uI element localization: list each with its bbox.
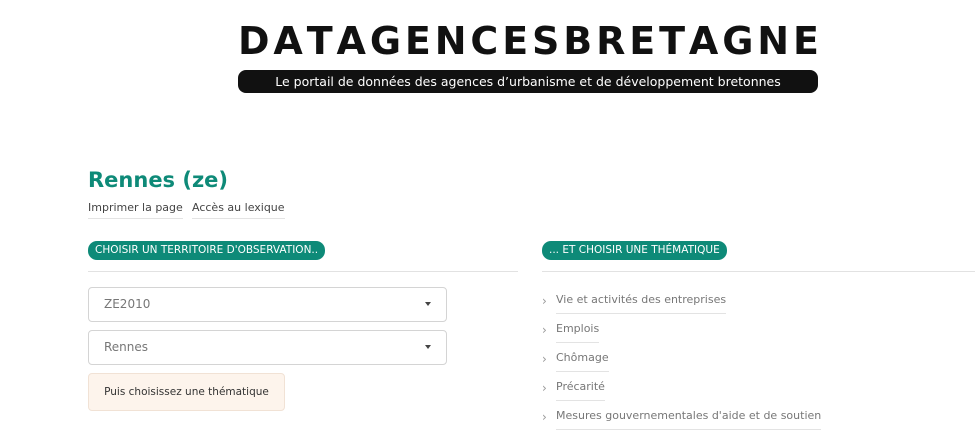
theme-item-label: Précarité [556, 379, 605, 401]
theme-item-label: Vie et activités des entreprises [556, 292, 727, 314]
site-tagline: Le portail de données des agences d’urba… [238, 70, 818, 93]
logo-letter: D [238, 19, 271, 63]
territory-divider [88, 271, 518, 272]
chevron-right-icon: › [542, 410, 547, 424]
theme-item-label: Chômage [556, 350, 609, 372]
site-logo[interactable]: D A T A G E N C E S B R E T A G N E [238, 22, 820, 60]
theme-divider [542, 271, 975, 272]
chevron-right-icon: › [542, 381, 547, 395]
zoning-select[interactable]: ZE2010 [88, 287, 447, 322]
territory-select-value: Rennes [104, 340, 149, 354]
logo-letter: A [273, 19, 304, 63]
page-title: Rennes (ze) [88, 168, 229, 192]
theme-section-heading: ... ET CHOISIR UNE THÉMATIQUE [542, 241, 727, 260]
logo-letter: B [563, 19, 594, 63]
zoning-select-value: ZE2010 [104, 297, 151, 311]
logo-letter: C [470, 19, 500, 63]
print-page-link[interactable]: Imprimer la page [88, 200, 183, 219]
logo-letter: N [757, 19, 791, 63]
territory-section-heading: CHOISIR UN TERRITOIRE D'OBSERVATION.. [88, 241, 326, 260]
lexicon-link[interactable]: Accès au lexique [192, 200, 285, 219]
territory-select[interactable]: Rennes [88, 330, 447, 365]
logo-letter: T [306, 19, 334, 63]
choose-theme-hint: Puis choisissez une thématique [88, 373, 285, 411]
chevron-right-icon: › [542, 323, 547, 337]
theme-item-label: Mesures gouvernementales d'aide et de so… [556, 408, 822, 430]
caret-down-icon [425, 302, 431, 306]
logo-letter: E [629, 19, 657, 63]
caret-down-icon [425, 345, 431, 349]
logo-letter: G [722, 19, 755, 63]
chevron-right-icon: › [542, 352, 547, 366]
logo-letter: A [336, 19, 367, 63]
logo-letter: E [404, 19, 432, 63]
chevron-right-icon: › [542, 294, 547, 308]
logo-letter: E [792, 19, 820, 63]
logo-letter: R [596, 19, 627, 63]
logo-letter: S [532, 19, 561, 63]
logo-letter: N [434, 19, 468, 63]
logo-letter: A [688, 19, 720, 63]
theme-item-label: Emplois [556, 321, 600, 343]
logo-letter: T [659, 19, 687, 63]
logo-letter: G [369, 19, 403, 63]
logo-letter: E [502, 19, 530, 63]
